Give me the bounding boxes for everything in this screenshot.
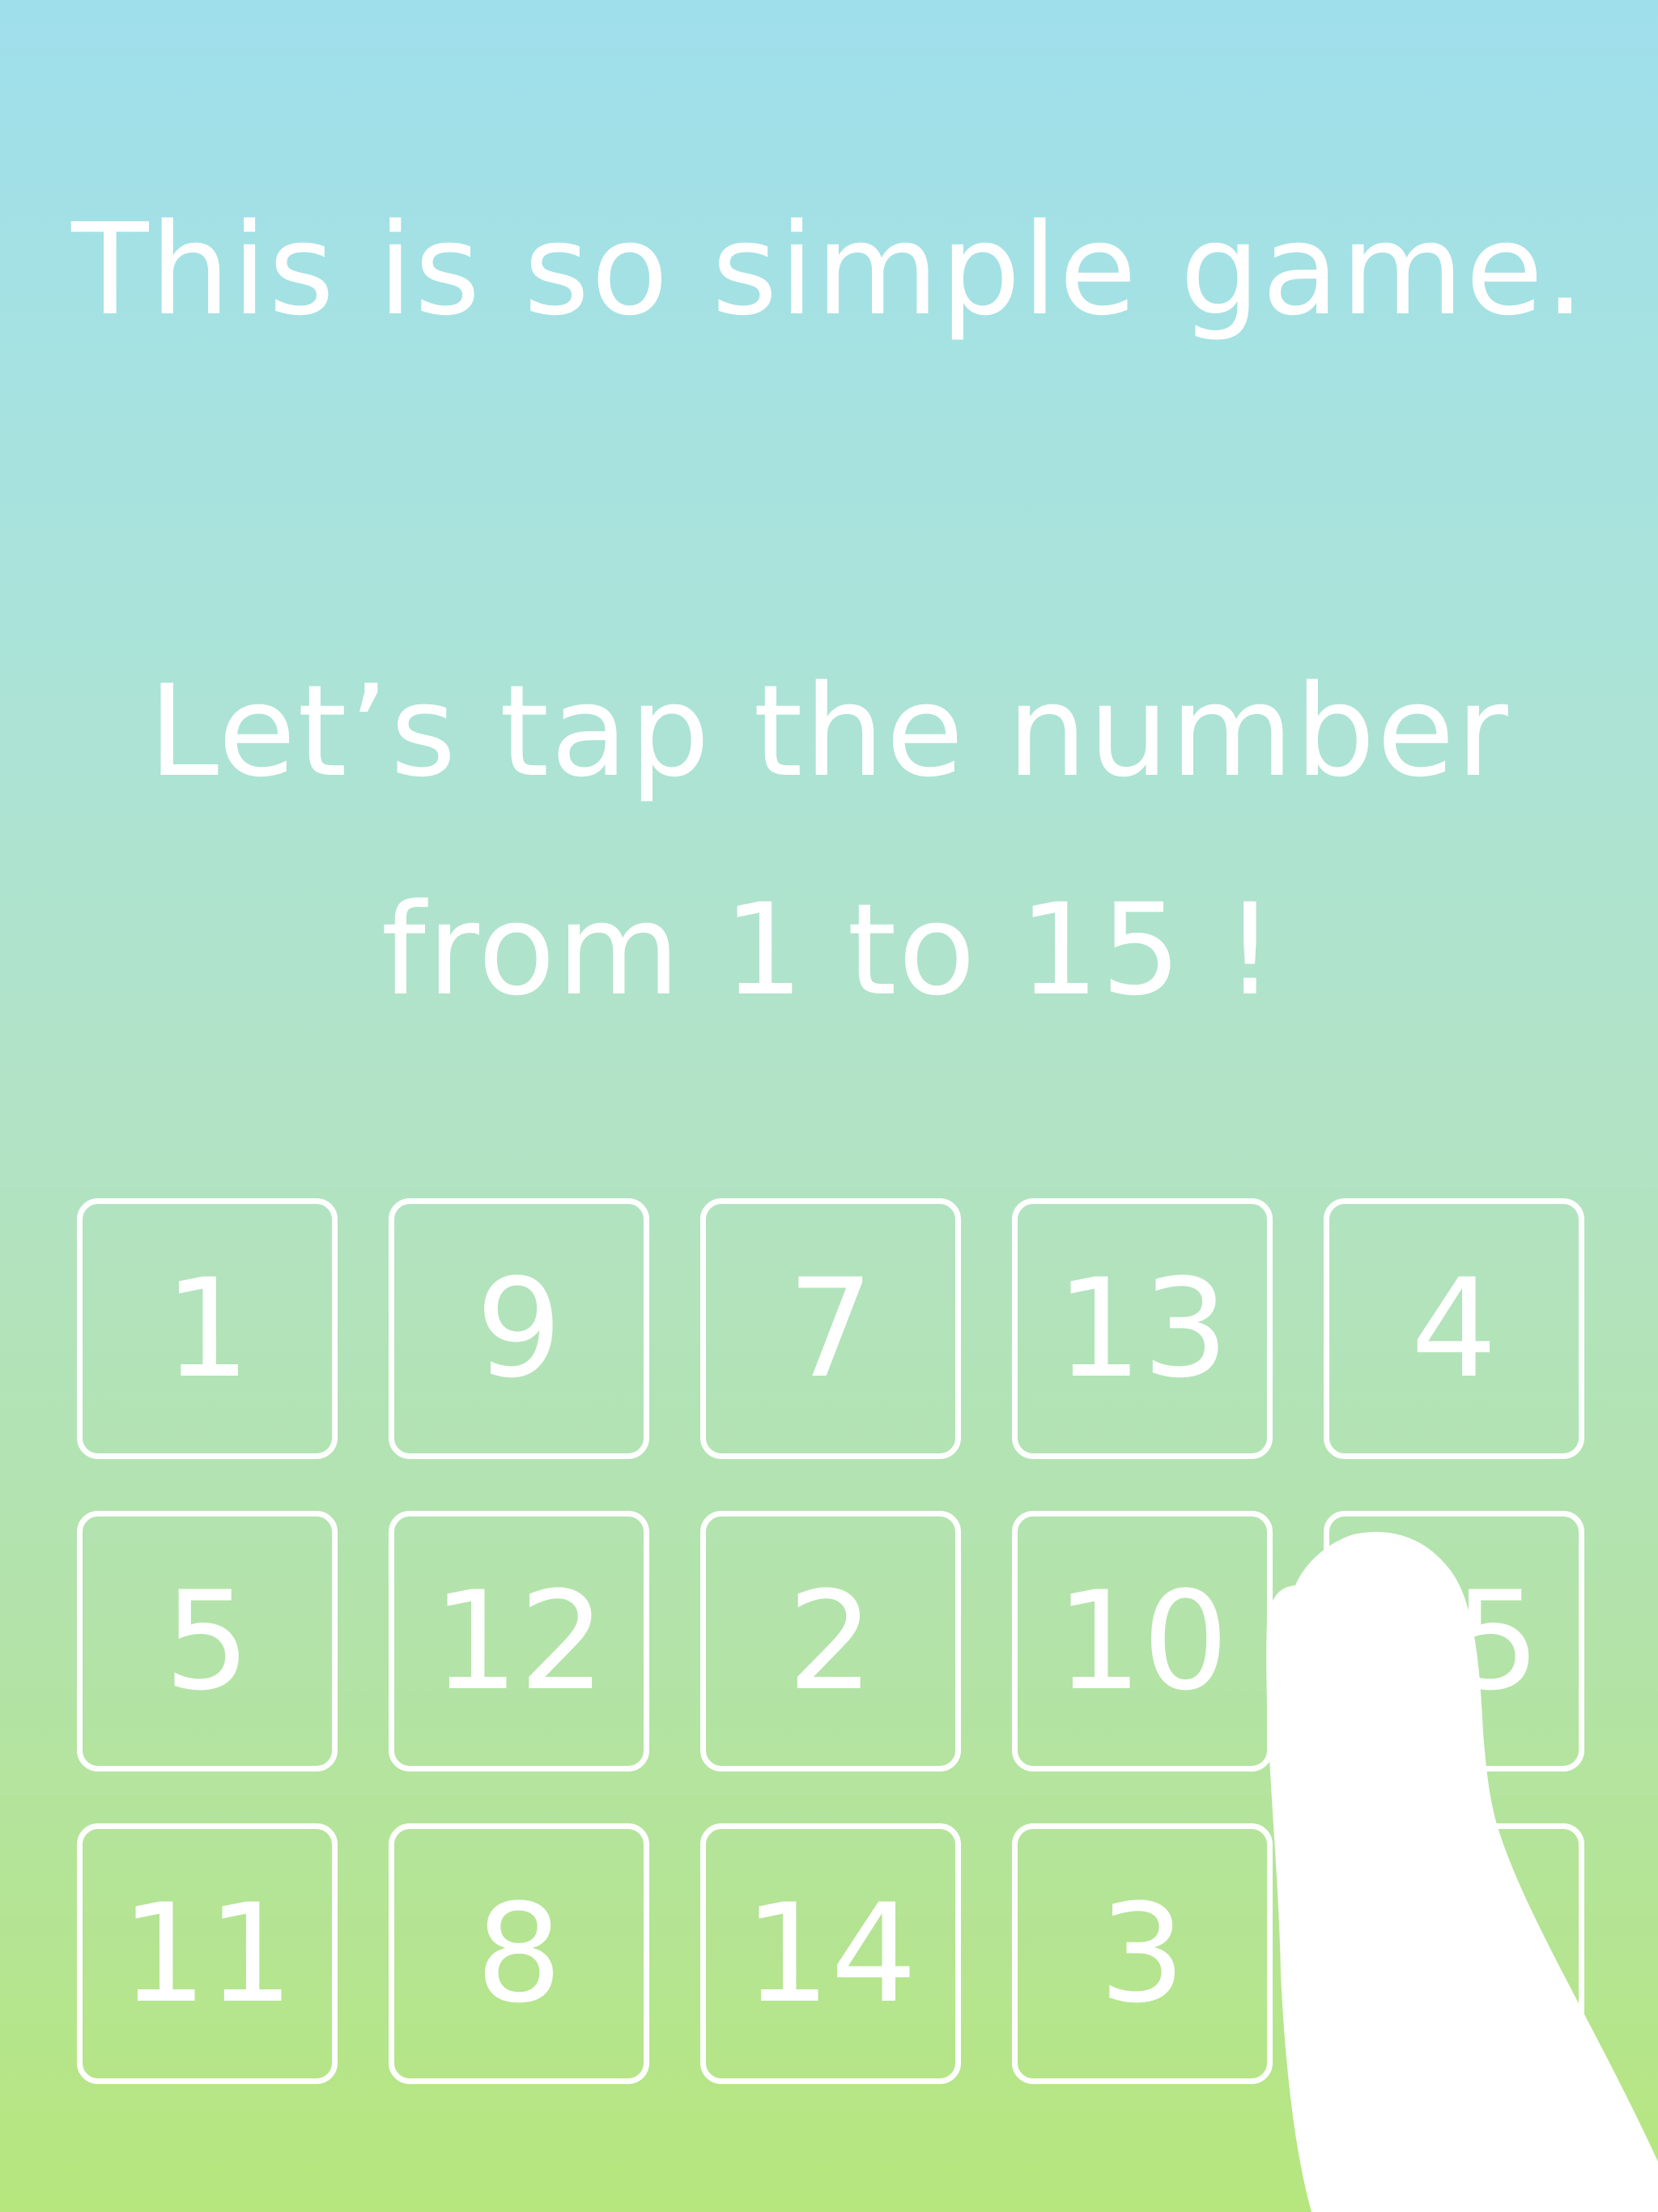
- number-tile[interactable]: 8: [389, 1823, 649, 2084]
- number-tile[interactable]: 3: [1012, 1823, 1273, 2084]
- intro-title: This is so simple game.: [71, 196, 1587, 343]
- number-tile[interactable]: 1: [77, 1198, 338, 1459]
- number-tile[interactable]: 7: [700, 1198, 961, 1459]
- number-tile[interactable]: 9: [389, 1198, 649, 1459]
- number-tile[interactable]: 4: [1324, 1198, 1584, 1459]
- number-tile[interactable]: 6: [1324, 1823, 1584, 2084]
- number-tile[interactable]: 10: [1012, 1511, 1273, 1772]
- number-tile[interactable]: 11: [77, 1823, 338, 2084]
- number-tile[interactable]: 5: [77, 1511, 338, 1772]
- number-tile[interactable]: 13: [1012, 1198, 1273, 1459]
- tutorial-screen: This is so simple game. Let’s tap the nu…: [0, 0, 1658, 2212]
- intro-instruction-line-2: from 1 to 15 !: [380, 876, 1278, 1023]
- number-tile[interactable]: 14: [700, 1823, 961, 2084]
- intro-instruction-line-1: Let’s tap the number: [148, 657, 1510, 805]
- number-tile[interactable]: 12: [389, 1511, 649, 1772]
- number-tile[interactable]: 15: [1324, 1511, 1584, 1772]
- number-tile[interactable]: 2: [700, 1511, 961, 1772]
